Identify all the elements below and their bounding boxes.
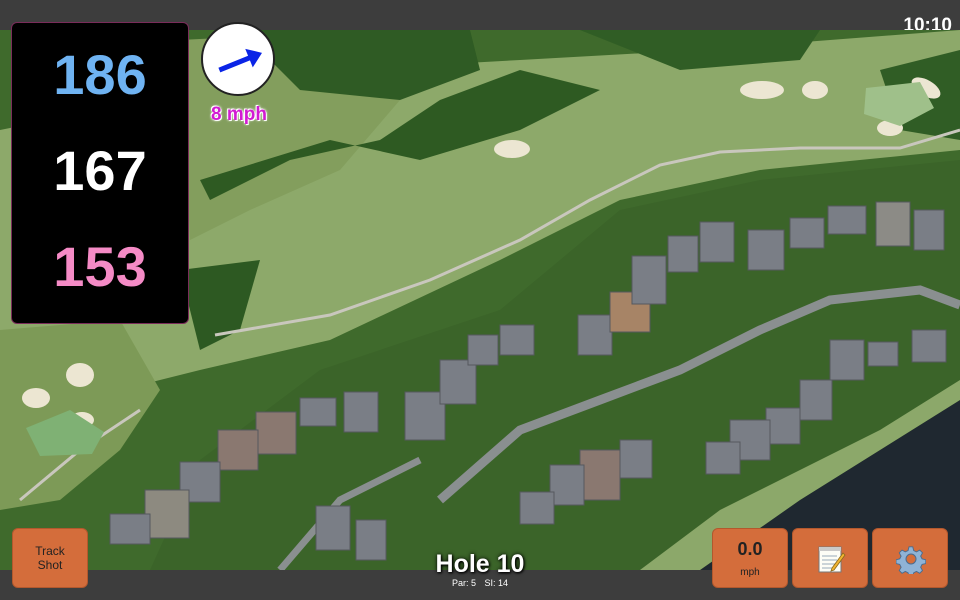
wind-indicator [201,22,275,96]
track-shot-label-line2: Shot [37,558,63,572]
track-shot-label-line1: Track [35,544,65,558]
arrow-east-northeast-icon [218,48,263,73]
settings-button[interactable] [872,528,948,588]
hole-stroke-index: SI: 14 [484,578,509,588]
notepad-icon [818,546,846,573]
hole-par: Par: 5 [451,578,476,588]
speed-value: 0.0 [737,539,763,559]
speed-button[interactable]: 0.0 mph [712,528,788,588]
distance-panel: 186 167 153 [11,22,189,324]
notes-button[interactable] [792,528,868,588]
hole-title: Hole 10 [435,550,525,578]
wind-speed: 8 mph [211,104,267,125]
hole-meta: Par: 5 SI: 14 [380,578,580,588]
center-distance: 167 [53,139,147,202]
speed-unit: mph [740,567,760,578]
front-distance: 153 [53,235,147,298]
track-shot-button[interactable]: Track Shot [12,528,88,588]
back-distance: 186 [53,43,147,106]
gear-icon [896,546,926,574]
